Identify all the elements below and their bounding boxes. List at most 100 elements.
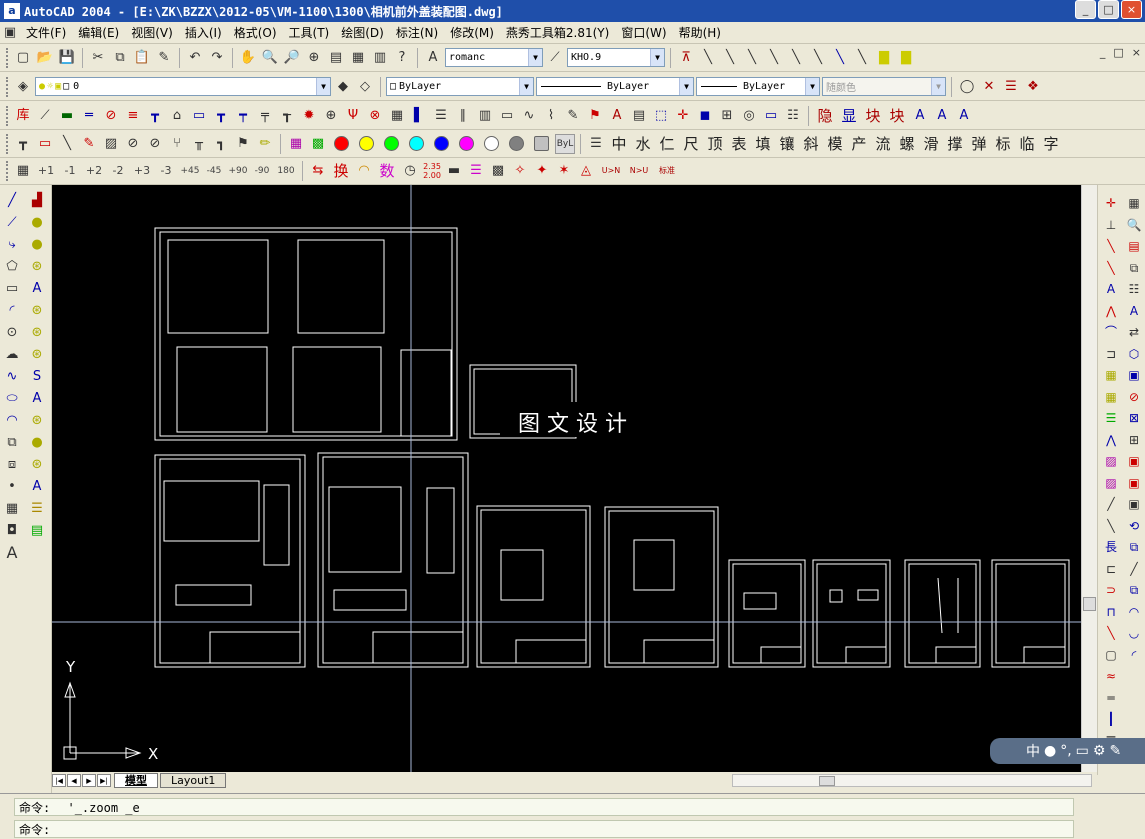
zoom-previous-icon[interactable]: ⊕ bbox=[304, 48, 324, 68]
redo-icon[interactable]: ↷ bbox=[207, 48, 227, 68]
frame-icon[interactable]: ▭ bbox=[497, 106, 517, 126]
tool-cheng[interactable]: 撑 bbox=[944, 133, 966, 155]
left-tool-3-icon[interactable]: ● bbox=[26, 235, 48, 255]
diagonal-2-icon[interactable]: ╲ bbox=[720, 48, 740, 68]
make-layer-current-icon[interactable]: ◆ bbox=[333, 77, 353, 97]
lock-tool-icon[interactable]: ╤ bbox=[255, 106, 275, 126]
tool-palettes-icon[interactable]: ▥ bbox=[370, 48, 390, 68]
document-icon[interactable]: ▣ bbox=[0, 23, 20, 43]
spring-icon[interactable]: ⌂ bbox=[167, 106, 187, 126]
standard-button[interactable]: 标准 bbox=[654, 165, 680, 176]
toolbar-grip[interactable] bbox=[6, 76, 9, 97]
horizontal-scroll-thumb[interactable] bbox=[819, 776, 835, 786]
ime-keyboard-icon[interactable]: ▭ bbox=[1076, 743, 1089, 759]
swap-icon[interactable]: ⇆ bbox=[308, 161, 328, 181]
paste-icon[interactable]: 📋 bbox=[132, 48, 152, 68]
vertical-scrollbar[interactable] bbox=[1081, 185, 1097, 775]
tool-xiang[interactable]: 镶 bbox=[776, 133, 798, 155]
diagonal-7-icon[interactable]: ╲ bbox=[830, 48, 850, 68]
layer-bar-icon[interactable]: ▬ bbox=[444, 161, 464, 181]
left-tool-10-icon[interactable]: A bbox=[26, 389, 48, 409]
new-file-icon[interactable]: ▢ bbox=[13, 48, 33, 68]
toolbar-grip[interactable] bbox=[6, 47, 9, 68]
menu-yanxiu-toolbox[interactable]: 燕秀工具箱2.81(Y) bbox=[500, 23, 615, 43]
support-icon[interactable]: ┯ bbox=[233, 106, 253, 126]
bolt-icon[interactable]: Ψ bbox=[343, 106, 363, 126]
rect-icon[interactable]: ◼ bbox=[695, 106, 715, 126]
r2-az-icon[interactable]: A bbox=[1124, 301, 1144, 322]
text-a-icon[interactable]: A bbox=[910, 106, 930, 126]
tool-ding[interactable]: 顶 bbox=[704, 133, 726, 155]
r2-dim-2-icon[interactable]: ⊞ bbox=[1124, 430, 1144, 451]
left-tool-12-icon[interactable]: ● bbox=[26, 433, 48, 453]
color-swatch-red[interactable] bbox=[334, 136, 349, 151]
left-tool-15-icon[interactable]: ☰ bbox=[26, 499, 48, 519]
menu-tools[interactable]: 工具(T) bbox=[283, 23, 336, 43]
construction-line-icon[interactable]: ⟋ bbox=[1, 213, 23, 233]
tool-liu[interactable]: 流 bbox=[872, 133, 894, 155]
r-diagonal-1-icon[interactable]: ╲ bbox=[1101, 236, 1121, 257]
menu-dimension[interactable]: 标注(N) bbox=[390, 23, 444, 43]
rotate-plus-45[interactable]: +45 bbox=[179, 166, 201, 176]
r-hatch-2-icon[interactable]: ▨ bbox=[1101, 473, 1121, 494]
left-tool-14-icon[interactable]: A bbox=[26, 477, 48, 497]
pencil-icon[interactable]: ✏ bbox=[255, 134, 275, 154]
menu-insert[interactable]: 插入(I) bbox=[179, 23, 228, 43]
shape-icon[interactable]: ◬ bbox=[576, 161, 596, 181]
cut-icon[interactable]: ✂ bbox=[88, 48, 108, 68]
left-tool-16-icon[interactable]: ▤ bbox=[26, 521, 48, 541]
menu-draw[interactable]: 绘图(D) bbox=[335, 23, 390, 43]
multiline-text-icon[interactable]: A bbox=[1, 543, 23, 563]
polygon-icon[interactable]: ⬠ bbox=[1, 257, 23, 277]
highlight-icon[interactable]: ▇ bbox=[874, 48, 894, 68]
grid-rotate-icon[interactable]: ▦ bbox=[13, 161, 33, 181]
rotate-plus-3[interactable]: +3 bbox=[131, 164, 153, 177]
diagonal-6-icon[interactable]: ╲ bbox=[808, 48, 828, 68]
ime-tool-icon[interactable]: ✎ bbox=[1109, 743, 1121, 759]
revcloud-icon[interactable]: ☁ bbox=[1, 345, 23, 365]
lineweight-select[interactable]: ByLayer ▼ bbox=[696, 77, 820, 96]
r-paren-icon[interactable]: ⊃ bbox=[1101, 580, 1121, 601]
save-icon[interactable]: 💾 bbox=[57, 48, 77, 68]
rect-bold-icon[interactable]: ▭ bbox=[35, 134, 55, 154]
tool-luo[interactable]: 螺 bbox=[896, 133, 918, 155]
r-stack-icon[interactable]: ☰ bbox=[1101, 408, 1121, 429]
maximize-button[interactable]: □ bbox=[1098, 0, 1119, 19]
ime-settings-icon[interactable]: ⚙ bbox=[1093, 743, 1106, 759]
circle-draw-icon[interactable]: ⊙ bbox=[1, 323, 23, 343]
pattern-icon[interactable]: ✶ bbox=[554, 161, 574, 181]
dim-style-select[interactable]: KHO.9 ▼ bbox=[567, 48, 665, 67]
diagonal-3-icon[interactable]: ╲ bbox=[742, 48, 762, 68]
color-swatch-white[interactable] bbox=[484, 136, 499, 151]
open-file-icon[interactable]: 📂 bbox=[35, 48, 55, 68]
cut-tool-icon[interactable]: ⟋ bbox=[35, 106, 55, 126]
flag-icon[interactable]: ⚑ bbox=[585, 106, 605, 126]
cross-icon[interactable]: ⊗ bbox=[365, 106, 385, 126]
left-tool-7-icon[interactable]: ⊛ bbox=[26, 323, 48, 343]
columns-icon[interactable]: ∥ bbox=[453, 106, 473, 126]
tab-model[interactable]: 模型 bbox=[114, 773, 158, 788]
color-swatch-cyan[interactable] bbox=[409, 136, 424, 151]
number-button[interactable]: 数 bbox=[376, 160, 398, 182]
r2-arrange-icon[interactable]: ☷ bbox=[1124, 279, 1144, 300]
display-icon[interactable]: ▭ bbox=[761, 106, 781, 126]
design-center-icon[interactable]: ▦ bbox=[348, 48, 368, 68]
r2-link-icon[interactable]: ⧉ bbox=[1124, 580, 1144, 601]
r2-dim-4-icon[interactable]: ▣ bbox=[1124, 473, 1144, 494]
layer-previous-icon[interactable]: ◇ bbox=[355, 77, 375, 97]
tool-tian[interactable]: 填 bbox=[752, 133, 774, 155]
lines-icon[interactable]: ☰ bbox=[431, 106, 451, 126]
tool-lin[interactable]: 临 bbox=[1016, 133, 1038, 155]
slash-circle-icon[interactable]: ⊘ bbox=[145, 134, 165, 154]
u-to-n-button[interactable]: U>N bbox=[598, 166, 624, 175]
rotate-minus-45[interactable]: -45 bbox=[203, 166, 225, 176]
minimize-button[interactable]: _ bbox=[1075, 0, 1096, 19]
r2-rotate-icon[interactable]: ⟲ bbox=[1124, 516, 1144, 537]
ejector-icon[interactable]: ┳ bbox=[211, 106, 231, 126]
diagonal-8-icon[interactable]: ╲ bbox=[852, 48, 872, 68]
polyline-icon[interactable]: ⤷ bbox=[1, 235, 23, 255]
color-palette-icon[interactable]: ▦ bbox=[286, 134, 306, 154]
horizontal-scrollbar[interactable] bbox=[732, 774, 1092, 787]
r2-curve-icon[interactable]: ◠ bbox=[1124, 602, 1144, 623]
spark-icon[interactable]: ✦ bbox=[532, 161, 552, 181]
